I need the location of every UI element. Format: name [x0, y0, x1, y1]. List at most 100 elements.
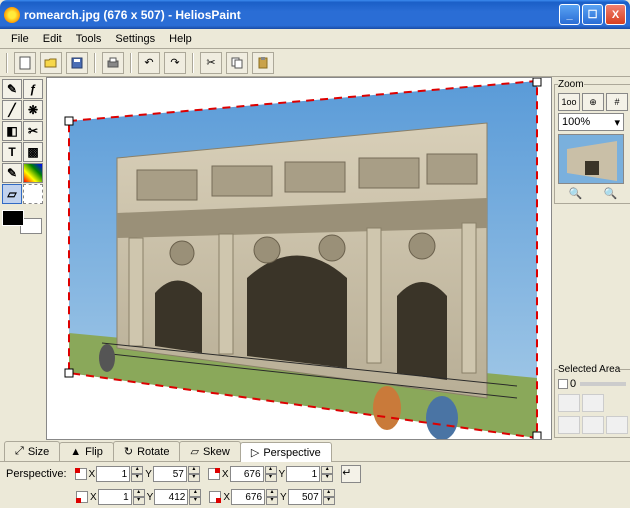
br-y-input[interactable]	[288, 489, 322, 505]
maximize-button[interactable]: ☐	[582, 4, 603, 25]
br-y-dn[interactable]: ▾	[323, 497, 335, 505]
bl-y-dn[interactable]: ▾	[189, 497, 201, 505]
zoom-out-icon[interactable]: 🔍	[569, 187, 583, 200]
zoom-select[interactable]: 100%▾	[558, 113, 624, 131]
paste-button[interactable]	[252, 52, 274, 74]
text-tool[interactable]: T	[2, 142, 22, 162]
app-icon	[4, 7, 20, 23]
tab-perspective[interactable]: ▷Perspective	[240, 442, 332, 462]
tl-x-dn[interactable]: ▾	[131, 474, 143, 482]
sel-tool-1[interactable]	[558, 394, 580, 412]
sel-tool-2[interactable]	[582, 394, 604, 412]
fill-tool[interactable]: ▩	[23, 142, 43, 162]
sel-tool-4[interactable]	[582, 416, 604, 434]
navigator-thumbnail[interactable]	[558, 134, 624, 184]
new-button[interactable]	[14, 52, 36, 74]
picker-tool[interactable]: ✎	[2, 163, 22, 183]
corner-tl-icon	[75, 468, 87, 480]
tr-x-up[interactable]: ▴	[265, 466, 277, 474]
resize-icon: ⤢	[15, 445, 24, 458]
tab-flip[interactable]: ▲Flip	[59, 442, 114, 461]
corner-bottom-left: X▴▾ Y▴▾	[76, 489, 201, 505]
menu-tools[interactable]: Tools	[69, 31, 109, 47]
menubar: File Edit Tools Settings Help	[0, 29, 630, 49]
close-button[interactable]: X	[605, 4, 626, 25]
cut-button[interactable]: ✂	[200, 52, 222, 74]
br-x-up[interactable]: ▴	[266, 489, 278, 497]
menu-edit[interactable]: Edit	[36, 31, 69, 47]
copy-button[interactable]	[226, 52, 248, 74]
menu-file[interactable]: File	[4, 31, 36, 47]
spray-tool[interactable]: ❋	[23, 100, 43, 120]
perspective-label: Perspective:	[6, 468, 67, 480]
foreground-color[interactable]	[2, 210, 24, 226]
scissors-tool[interactable]: ✂	[23, 121, 43, 141]
corner-bl-icon	[76, 491, 88, 503]
menu-settings[interactable]: Settings	[108, 31, 162, 47]
zoom-fit-button[interactable]: ⊕	[582, 93, 604, 111]
tab-size[interactable]: ⤢Size	[4, 441, 60, 461]
apply-button[interactable]: ↵	[341, 465, 361, 483]
bl-x-input[interactable]	[98, 489, 132, 505]
tab-rotate[interactable]: ↻Rotate	[113, 441, 181, 461]
canvas[interactable]	[46, 77, 552, 440]
pencil-tool[interactable]: ✎	[2, 79, 22, 99]
tr-x-dn[interactable]: ▾	[265, 474, 277, 482]
br-y-up[interactable]: ▴	[323, 489, 335, 497]
flip-icon: ▲	[70, 446, 81, 458]
gradient-tool[interactable]	[23, 163, 43, 183]
window-title: romearch.jpg (676 x 507) - HeliosPaint	[24, 8, 559, 22]
right-panel: Zoom 1oo ⊕ # 100%▾ 🔍 🔍 Selected Area 0	[552, 77, 630, 440]
tr-y-dn[interactable]: ▾	[321, 474, 333, 482]
menu-help[interactable]: Help	[162, 31, 199, 47]
undo-button[interactable]: ↶	[138, 52, 160, 74]
tl-y-dn[interactable]: ▾	[188, 474, 200, 482]
zoom-panel: Zoom 1oo ⊕ # 100%▾ 🔍 🔍	[554, 79, 630, 204]
corner-tr-icon	[208, 468, 220, 480]
bl-y-up[interactable]: ▴	[189, 489, 201, 497]
tr-y-up[interactable]: ▴	[321, 466, 333, 474]
br-x-dn[interactable]: ▾	[266, 497, 278, 505]
chevron-down-icon: ▾	[614, 116, 620, 129]
skew-icon: ▱	[190, 445, 198, 458]
bl-x-up[interactable]: ▴	[133, 489, 145, 497]
save-button[interactable]	[66, 52, 88, 74]
sel-tool-5[interactable]	[606, 416, 628, 434]
br-x-input[interactable]	[231, 489, 265, 505]
sel-tool-3[interactable]	[558, 416, 580, 434]
tr-y-input[interactable]	[286, 466, 320, 482]
corner-br-icon	[209, 491, 221, 503]
tool-palette: ✎ ƒ ╱ ❋ ◧ ✂ T ▩ ✎ ▱	[0, 77, 46, 440]
corner-top-right: X▴▾ Y▴▾	[208, 466, 333, 482]
toolbar: ↶ ↷ ✂	[0, 49, 630, 77]
transform-tabs: ⤢Size ▲Flip ↻Rotate ▱Skew ▷Perspective	[0, 440, 630, 462]
line-tool[interactable]: ╱	[2, 100, 22, 120]
color-swatch[interactable]	[2, 210, 42, 234]
redo-button[interactable]: ↷	[164, 52, 186, 74]
perspective-panel: Perspective: X▴▾ Y▴▾ X▴▾ Y▴▾ ↵	[0, 462, 630, 486]
corner-bottom-right: X▴▾ Y▴▾	[209, 489, 334, 505]
titlebar: romearch.jpg (676 x 507) - HeliosPaint _…	[0, 0, 630, 29]
bl-x-dn[interactable]: ▾	[133, 497, 145, 505]
opacity-slider[interactable]: 0	[558, 378, 628, 390]
rotate-icon: ↻	[124, 445, 133, 458]
zoom-100-button[interactable]: 1oo	[558, 93, 580, 111]
tr-x-input[interactable]	[230, 466, 264, 482]
tab-skew[interactable]: ▱Skew	[179, 441, 240, 461]
bl-y-input[interactable]	[154, 489, 188, 505]
selected-legend: Selected Area	[558, 364, 620, 375]
open-button[interactable]	[40, 52, 62, 74]
transform-tool[interactable]: ▱	[2, 184, 22, 204]
tl-y-up[interactable]: ▴	[188, 466, 200, 474]
perspective-panel-row2: X▴▾ Y▴▾ X▴▾ Y▴▾	[0, 486, 630, 508]
eraser-tool[interactable]: ◧	[2, 121, 22, 141]
tl-x-up[interactable]: ▴	[131, 466, 143, 474]
minimize-button[interactable]: _	[559, 4, 580, 25]
tl-x-input[interactable]	[96, 466, 130, 482]
tl-y-input[interactable]	[153, 466, 187, 482]
zoom-grid-button[interactable]: #	[606, 93, 628, 111]
select-tool[interactable]	[23, 184, 43, 204]
brush-tool[interactable]: ƒ	[23, 79, 43, 99]
print-button[interactable]	[102, 52, 124, 74]
zoom-in-icon[interactable]: 🔍	[604, 187, 618, 200]
